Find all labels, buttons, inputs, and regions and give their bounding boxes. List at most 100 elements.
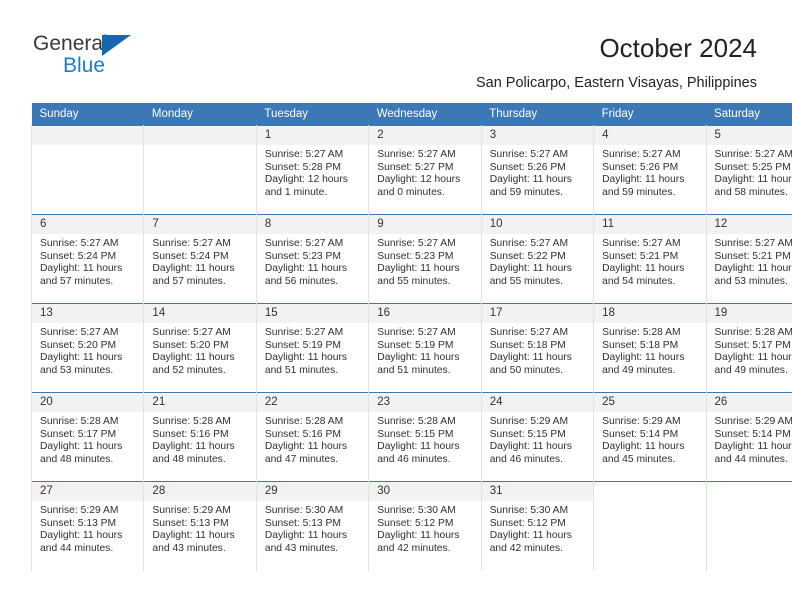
calendar-day-cell[interactable]: 2 Sunrise: 5:27 AM Sunset: 5:27 PM Daylight… bbox=[368, 125, 482, 215]
calendar-day-cell[interactable]: 4 Sunrise: 5:27 AM Sunset: 5:26 PM Daylight… bbox=[593, 125, 707, 215]
daylight-text-line1: Daylight: 11 hours bbox=[714, 352, 792, 364]
daylight-text-line1: Daylight: 11 hours bbox=[489, 263, 572, 275]
day-number: 18 bbox=[594, 304, 706, 323]
calendar-day-cell[interactable]: 29 Sunrise: 5:30 AM Sunset: 5:13 PM Dayligh… bbox=[255, 481, 370, 571]
calendar-day-cell[interactable]: 27 Sunrise: 5:29 AM Sunset: 5:13 PM Dayligh… bbox=[30, 481, 145, 571]
calendar-body: 1 Sunrise: 5:27 AM Sunset: 5:28 PM Daylight… bbox=[30, 125, 792, 571]
daylight-text-line2: and 55 minutes. bbox=[377, 275, 451, 287]
calendar-day-cell[interactable]: 28 Sunrise: 5:29 AM Sunset: 5:13 PM Dayligh… bbox=[143, 481, 257, 571]
day-sun-info: Sunrise: 5:29 AM Sunset: 5:13 PM Daylight:… bbox=[32, 501, 143, 555]
calendar-day-cell[interactable]: 16 Sunrise: 5:27 AM Sunset: 5:19 PM Dayligh… bbox=[368, 303, 482, 393]
day-sun-info: Sunrise: 5:27 AM Sunset: 5:27 PM Daylight:… bbox=[369, 145, 480, 199]
calendar-day-cell[interactable]: 24 Sunrise: 5:29 AM Sunset: 5:15 PM Dayligh… bbox=[480, 392, 595, 482]
day-number: 20 bbox=[32, 393, 144, 412]
daylight-text-line2: and 56 minutes. bbox=[264, 275, 339, 287]
sunrise-text: Sunrise: 5:27 AM bbox=[489, 149, 569, 160]
calendar-empty-cell bbox=[705, 481, 792, 571]
daylight-text-line1: Daylight: 11 hours bbox=[264, 352, 348, 364]
sunset-text: Sunset: 5:16 PM bbox=[264, 428, 341, 440]
calendar-day-cell[interactable]: 13 Sunrise: 5:27 AM Sunset: 5:20 PM Dayligh… bbox=[30, 303, 145, 393]
calendar-day-cell[interactable]: 19 Sunrise: 5:28 AM Sunset: 5:17 PM Dayligh… bbox=[705, 303, 792, 393]
day-number: 6 bbox=[32, 215, 144, 234]
daylight-text-line2: and 51 minutes. bbox=[264, 364, 339, 376]
daylight-text-line1: Daylight: 11 hours bbox=[714, 174, 792, 186]
daylight-text-line1: Daylight: 11 hours bbox=[489, 530, 572, 542]
day-number: 4 bbox=[594, 126, 706, 145]
day-sun-info: Sunrise: 5:27 AM Sunset: 5:19 PM Daylight:… bbox=[369, 323, 480, 377]
daylight-text-line2: and 44 minutes. bbox=[714, 453, 788, 465]
calendar-day-cell[interactable]: 10 Sunrise: 5:27 AM Sunset: 5:22 PM Dayligh… bbox=[480, 214, 595, 304]
weekday-header-monday: Monday bbox=[143, 103, 257, 126]
sunrise-text: Sunrise: 5:28 AM bbox=[40, 416, 119, 427]
calendar-day-cell[interactable]: 7 Sunrise: 5:27 AM Sunset: 5:24 PM Daylight… bbox=[143, 214, 257, 304]
day-sun-info: Sunrise: 5:30 AM Sunset: 5:13 PM Daylight:… bbox=[257, 501, 368, 555]
day-sun-info: Sunrise: 5:30 AM Sunset: 5:12 PM Daylight:… bbox=[482, 501, 593, 555]
sunrise-text: Sunrise: 5:30 AM bbox=[377, 505, 456, 516]
calendar-day-cell[interactable]: 12 Sunrise: 5:27 AM Sunset: 5:21 PM Dayligh… bbox=[705, 214, 792, 304]
weekday-header-saturday: Saturday bbox=[706, 103, 792, 126]
sunset-text: Sunset: 5:17 PM bbox=[714, 339, 791, 351]
calendar-day-cell[interactable]: 17 Sunrise: 5:27 AM Sunset: 5:18 PM Dayligh… bbox=[480, 303, 595, 393]
day-number: 14 bbox=[144, 304, 256, 323]
calendar-day-cell[interactable]: 21 Sunrise: 5:28 AM Sunset: 5:16 PM Dayligh… bbox=[143, 392, 257, 482]
day-sun-info: Sunrise: 5:28 AM Sunset: 5:16 PM Daylight:… bbox=[144, 412, 255, 466]
sunrise-text: Sunrise: 5:28 AM bbox=[602, 327, 681, 338]
day-number: 31 bbox=[481, 482, 594, 501]
day-number: 19 bbox=[706, 304, 792, 323]
sunrise-text: Sunrise: 5:27 AM bbox=[602, 238, 681, 249]
sunset-text: Sunset: 5:22 PM bbox=[489, 250, 566, 262]
sunrise-text: Sunrise: 5:27 AM bbox=[152, 238, 231, 249]
calendar-day-cell[interactable]: 8 Sunrise: 5:27 AM Sunset: 5:23 PM Daylight… bbox=[255, 214, 370, 304]
calendar-day-cell[interactable]: 26 Sunrise: 5:29 AM Sunset: 5:14 PM Dayligh… bbox=[705, 392, 792, 482]
daylight-text-line1: Daylight: 11 hours bbox=[489, 352, 572, 364]
sunset-text: Sunset: 5:23 PM bbox=[264, 250, 341, 262]
calendar-table: Sunday Monday Tuesday Wednesday Thursday… bbox=[30, 103, 792, 571]
day-number: 5 bbox=[706, 126, 792, 145]
calendar-day-cell[interactable]: 22 Sunrise: 5:28 AM Sunset: 5:16 PM Dayligh… bbox=[255, 392, 370, 482]
logo-text-general: General bbox=[33, 32, 108, 55]
daylight-text-line1: Daylight: 11 hours bbox=[489, 174, 572, 186]
daylight-text-line1: Daylight: 11 hours bbox=[602, 441, 685, 453]
sunrise-text: Sunrise: 5:28 AM bbox=[152, 416, 231, 427]
calendar-day-cell[interactable]: 15 Sunrise: 5:27 AM Sunset: 5:19 PM Dayligh… bbox=[255, 303, 370, 393]
day-number: 10 bbox=[481, 215, 594, 234]
sunrise-text: Sunrise: 5:29 AM bbox=[152, 505, 231, 516]
sunrise-text: Sunrise: 5:29 AM bbox=[714, 416, 792, 427]
sunset-text: Sunset: 5:13 PM bbox=[40, 517, 117, 529]
daylight-text-line1: Daylight: 11 hours bbox=[152, 352, 235, 364]
sunset-text: Sunset: 5:19 PM bbox=[377, 339, 454, 351]
daylight-text-line1: Daylight: 11 hours bbox=[264, 441, 348, 453]
calendar-day-cell[interactable]: 11 Sunrise: 5:27 AM Sunset: 5:21 PM Dayligh… bbox=[593, 214, 707, 304]
calendar-day-cell[interactable]: 23 Sunrise: 5:28 AM Sunset: 5:15 PM Dayligh… bbox=[368, 392, 482, 482]
sunrise-text: Sunrise: 5:27 AM bbox=[489, 238, 569, 249]
day-sun-info: Sunrise: 5:27 AM Sunset: 5:20 PM Daylight:… bbox=[144, 323, 255, 377]
calendar-day-cell[interactable]: 31 Sunrise: 5:30 AM Sunset: 5:12 PM Dayligh… bbox=[480, 481, 595, 571]
daylight-text-line1: Daylight: 11 hours bbox=[152, 530, 235, 542]
calendar-day-cell[interactable]: 18 Sunrise: 5:28 AM Sunset: 5:18 PM Dayligh… bbox=[593, 303, 707, 393]
calendar-day-cell[interactable]: 9 Sunrise: 5:27 AM Sunset: 5:23 PM Daylight… bbox=[368, 214, 482, 304]
calendar-day-cell[interactable]: 5 Sunrise: 5:27 AM Sunset: 5:25 PM Daylight… bbox=[705, 125, 792, 215]
daylight-text-line1: Daylight: 11 hours bbox=[602, 174, 685, 186]
sunset-text: Sunset: 5:24 PM bbox=[40, 250, 117, 262]
daylight-text-line1: Daylight: 11 hours bbox=[40, 530, 123, 542]
sunrise-text: Sunrise: 5:27 AM bbox=[264, 149, 344, 160]
daylight-text-line2: and 48 minutes. bbox=[152, 453, 226, 465]
day-sun-info: Sunrise: 5:27 AM Sunset: 5:23 PM Daylight:… bbox=[369, 234, 480, 288]
calendar-day-cell[interactable]: 20 Sunrise: 5:28 AM Sunset: 5:17 PM Dayligh… bbox=[30, 392, 145, 482]
calendar-day-cell[interactable]: 30 Sunrise: 5:30 AM Sunset: 5:12 PM Dayligh… bbox=[368, 481, 482, 571]
calendar-day-cell[interactable]: 1 Sunrise: 5:27 AM Sunset: 5:28 PM Daylight… bbox=[255, 125, 370, 215]
calendar-week-row: 27 Sunrise: 5:29 AM Sunset: 5:13 PM Dayligh… bbox=[30, 481, 792, 571]
sunset-text: Sunset: 5:13 PM bbox=[264, 517, 341, 529]
calendar-empty-cell bbox=[30, 125, 145, 215]
calendar-day-cell[interactable]: 6 Sunrise: 5:27 AM Sunset: 5:24 PM Daylight… bbox=[30, 214, 145, 304]
day-number bbox=[706, 482, 792, 501]
sunset-text: Sunset: 5:13 PM bbox=[152, 517, 229, 529]
daylight-text-line2: and 46 minutes. bbox=[489, 453, 563, 465]
sunset-text: Sunset: 5:21 PM bbox=[602, 250, 679, 262]
calendar-day-cell[interactable]: 3 Sunrise: 5:27 AM Sunset: 5:26 PM Daylight… bbox=[480, 125, 595, 215]
day-number: 22 bbox=[256, 393, 369, 412]
day-number: 26 bbox=[706, 393, 792, 412]
sunrise-text: Sunrise: 5:27 AM bbox=[40, 238, 119, 249]
calendar-day-cell[interactable]: 14 Sunrise: 5:27 AM Sunset: 5:20 PM Dayligh… bbox=[143, 303, 257, 393]
calendar-day-cell[interactable]: 25 Sunrise: 5:29 AM Sunset: 5:14 PM Dayligh… bbox=[593, 392, 707, 482]
